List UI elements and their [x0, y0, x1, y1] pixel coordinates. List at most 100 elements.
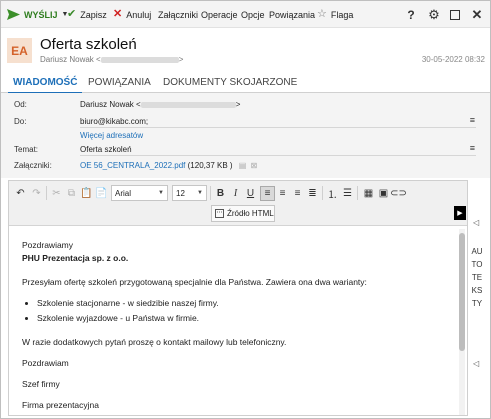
- font-size-select[interactable]: 12 ▼: [172, 185, 207, 201]
- flag-button[interactable]: ☆ Flaga: [317, 1, 353, 28]
- options-label: Opcje: [241, 9, 265, 20]
- body-greeting: Pozdrawiamy: [22, 240, 74, 250]
- redacted-email: [100, 56, 179, 63]
- html-source-icon: ⋯: [215, 209, 224, 218]
- body-bullet-list: Szkolenie stacjonarne - w siedzibie nasz…: [37, 298, 219, 328]
- hyperlink-icon[interactable]: ⊂⊃: [390, 186, 407, 201]
- list-item: Szkolenie stacjonarne - w siedzibie nasz…: [37, 298, 219, 308]
- body-regards: Pozdrawiam: [22, 358, 69, 368]
- attachment-remove-icon[interactable]: ⊠: [251, 161, 258, 170]
- tab-links[interactable]: POWIĄZANIA: [88, 71, 151, 93]
- body-intro: Przesyłam ofertę szkoleń przygotowaną sp…: [22, 277, 367, 287]
- maximize-icon[interactable]: [446, 1, 464, 28]
- tab-associated-documents[interactable]: DOKUMENTY SKOJARZONE: [163, 71, 297, 93]
- more-addresses-link[interactable]: Więcej adresatów: [80, 131, 143, 140]
- operations-menu[interactable]: Operacje: [201, 1, 238, 28]
- flag-star-icon: ☆: [317, 8, 327, 20]
- body-company: PHU Prezentacja sp. z o.o.: [22, 253, 129, 263]
- bullet-list-icon[interactable]: ☰: [340, 186, 355, 201]
- to-value: biuro@kikabc.com;: [80, 117, 149, 126]
- cancel-button[interactable]: ✕ Anuluj: [113, 1, 151, 28]
- message-body[interactable]: Pozdrawiamy PHU Prezentacja sp. z o.o. P…: [9, 227, 457, 415]
- attachments-button[interactable]: Załączniki: [158, 1, 198, 28]
- list-item: Szkolenie wyjazdowe - u Państwa w firmie…: [37, 313, 219, 323]
- body-signature-company: Firma prezentacyjna: [22, 400, 100, 410]
- operations-label: Operacje: [201, 9, 238, 20]
- attachment-size: (120,37 KB ): [187, 161, 233, 170]
- align-justify-icon[interactable]: ≣: [305, 186, 320, 201]
- save-label: Zapisz: [80, 9, 107, 20]
- toolbar-expand-icon[interactable]: ▶: [454, 206, 466, 220]
- cancel-icon: ✕: [113, 8, 123, 20]
- to-menu-icon[interactable]: ≡: [470, 115, 475, 125]
- avatar: EA: [7, 38, 32, 63]
- message-fields: Od: Dariusz Nowak < > Do: biuro@kikabc.co…: [1, 93, 490, 178]
- send-icon: [7, 9, 20, 20]
- links-menu[interactable]: Powiązania: [269, 1, 315, 28]
- attachments-label: Załączniki: [158, 9, 199, 20]
- cut-icon[interactable]: ✂: [49, 186, 64, 201]
- copy-icon[interactable]: ⧉: [64, 186, 79, 201]
- attachment-link[interactable]: OE 56_CENTRALA_2022.pdf: [80, 161, 185, 170]
- align-left-icon[interactable]: ≡: [260, 186, 275, 201]
- bold-icon[interactable]: B: [213, 186, 228, 201]
- image-icon[interactable]: ▣: [376, 186, 391, 201]
- collapse-left-icon[interactable]: ◁: [473, 218, 479, 227]
- save-button[interactable]: ✔ Zapisz: [67, 1, 107, 28]
- tab-bar: WIADOMOŚĆ POWIĄZANIA DOKUMENTY SKOJARZON…: [1, 71, 490, 94]
- send-button[interactable]: WYŚLIJ ▼: [7, 1, 68, 28]
- divider: [322, 186, 323, 200]
- collapse-left-icon-bottom[interactable]: ◁: [473, 359, 479, 368]
- paste-text-icon[interactable]: 📄: [94, 186, 109, 201]
- editor-scrollbar[interactable]: [459, 229, 465, 415]
- subject-field[interactable]: [80, 143, 476, 156]
- chevron-down-icon: ▼: [158, 190, 164, 196]
- subject-value: Oferta szkoleń: [80, 145, 132, 154]
- underline-icon[interactable]: U: [243, 186, 258, 201]
- help-icon[interactable]: ?: [402, 1, 420, 28]
- editor-toolbar: ↶ ↷ ✂ ⧉ 📋 📄 Arial ▼ 12 ▼ B I U ≡ ≡ ≡ ≣ ⒈…: [9, 181, 467, 226]
- send-label: WYŚLIJ: [24, 9, 58, 20]
- links-label: Powiązania: [269, 9, 316, 20]
- from-label: Od:: [14, 100, 27, 109]
- gear-icon[interactable]: ⚙: [425, 1, 443, 28]
- autotext-panel-tab[interactable]: AUTOTEKSTY: [471, 245, 483, 310]
- email-compose-window: WYŚLIJ ▼ ✔ Zapisz ✕ Anuluj Załączniki Op…: [0, 0, 491, 419]
- scrollbar-thumb[interactable]: [459, 233, 465, 351]
- redacted-from-email: [140, 101, 236, 108]
- attachments-field-label: Załączniki:: [14, 161, 52, 170]
- from-field: Dariusz Nowak < >: [80, 100, 241, 109]
- sender-name: Dariusz Nowak: [40, 55, 94, 64]
- save-icon: ✔: [67, 8, 77, 20]
- cancel-label: Anuluj: [126, 9, 152, 20]
- undo-icon[interactable]: ↶: [13, 186, 28, 201]
- divider: [357, 186, 358, 200]
- body-contact: W razie dodatkowych pytań proszę o konta…: [22, 337, 287, 347]
- sender-line: Dariusz Nowak < >: [40, 55, 184, 64]
- paste-icon[interactable]: 📋: [79, 186, 94, 201]
- tab-message[interactable]: WIADOMOŚĆ: [7, 71, 83, 94]
- redo-icon[interactable]: ↷: [29, 186, 44, 201]
- divider: [210, 186, 211, 200]
- font-size-value: 12: [176, 188, 185, 198]
- chevron-down-icon: ▼: [197, 190, 203, 196]
- align-center-icon[interactable]: ≡: [275, 186, 290, 201]
- attachment-preview-icon[interactable]: ▤: [239, 161, 247, 170]
- numbered-list-icon[interactable]: ⒈: [325, 186, 340, 201]
- attachment-item: OE 56_CENTRALA_2022.pdf (120,37 KB ) ▤ ⊠: [80, 161, 257, 170]
- from-name: Dariusz Nowak: [80, 100, 134, 109]
- options-menu[interactable]: Opcje: [241, 1, 265, 28]
- font-family-value: Arial: [115, 188, 132, 198]
- message-date: 30-05-2022 08:32: [421, 55, 485, 64]
- flag-label: Flaga: [330, 9, 354, 20]
- html-source-button[interactable]: ⋯ Źródło HTML: [211, 205, 275, 222]
- subject-menu-icon[interactable]: ≡: [470, 143, 475, 153]
- align-right-icon[interactable]: ≡: [290, 186, 305, 201]
- table-icon[interactable]: ▦: [361, 186, 376, 201]
- italic-icon[interactable]: I: [228, 186, 243, 201]
- subject-label: Temat:: [14, 145, 39, 154]
- body-signature-role: Szef firmy: [22, 379, 60, 389]
- font-family-select[interactable]: Arial ▼: [111, 185, 168, 201]
- html-editor: ↶ ↷ ✂ ⧉ 📋 📄 Arial ▼ 12 ▼ B I U ≡ ≡ ≡ ≣ ⒈…: [8, 180, 468, 416]
- close-icon[interactable]: ✕: [468, 1, 486, 28]
